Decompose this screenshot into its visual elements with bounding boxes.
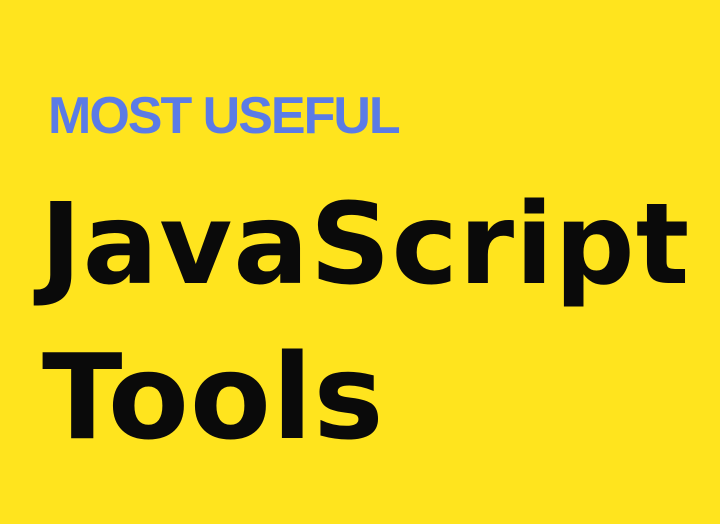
- title-line-1: JavaScript: [40, 180, 691, 310]
- title-line-2: Tools: [42, 328, 385, 466]
- kicker-text: MOST USEFUL: [48, 87, 401, 145]
- cover-graphic: MOST USEFUL JavaScript Tools: [0, 0, 720, 524]
